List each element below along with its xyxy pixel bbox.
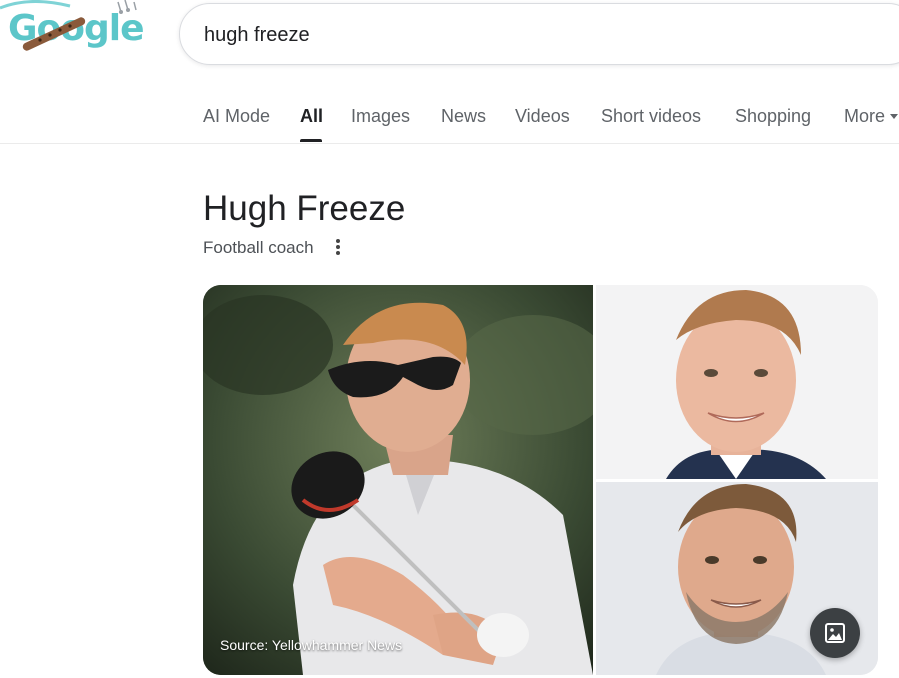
active-tab-indicator (300, 139, 322, 142)
portrait-photo-suit[interactable] (596, 285, 878, 479)
tab-news[interactable]: News (441, 106, 486, 127)
image-source-label: Source: Yellowhammer News (220, 637, 403, 653)
tab-more[interactable]: More (844, 106, 885, 127)
search-box[interactable] (179, 3, 899, 65)
knowledge-panel-title: Hugh Freeze (203, 189, 406, 228)
main-photo-golfer[interactable]: Source: Yellowhammer News (203, 285, 593, 675)
tab-ai-mode[interactable]: AI Mode (203, 106, 270, 127)
knowledge-panel-subtitle: Football coach (203, 238, 314, 257)
search-input[interactable] (204, 22, 804, 48)
tab-shopping[interactable]: Shopping (735, 106, 811, 127)
search-tabs: AI Mode All Images News Videos Short vid… (203, 96, 899, 143)
flute-doodle-icon (22, 17, 86, 51)
view-images-button[interactable] (810, 608, 860, 658)
chevron-down-icon[interactable] (890, 114, 898, 119)
tab-images[interactable]: Images (351, 106, 410, 127)
google-search-results-page: Google AI Mode All Images News Videos Sh… (0, 0, 899, 678)
more-vert-icon[interactable] (330, 238, 346, 256)
image-icon (825, 623, 845, 643)
tab-short-videos[interactable]: Short videos (601, 106, 701, 127)
tab-videos[interactable]: Videos (515, 106, 570, 127)
tabs-divider (0, 143, 899, 144)
tab-all[interactable]: All (300, 106, 323, 127)
knowledge-panel-images: Source: Yellowhammer News (203, 285, 878, 675)
google-logo[interactable]: Google (0, 0, 160, 70)
